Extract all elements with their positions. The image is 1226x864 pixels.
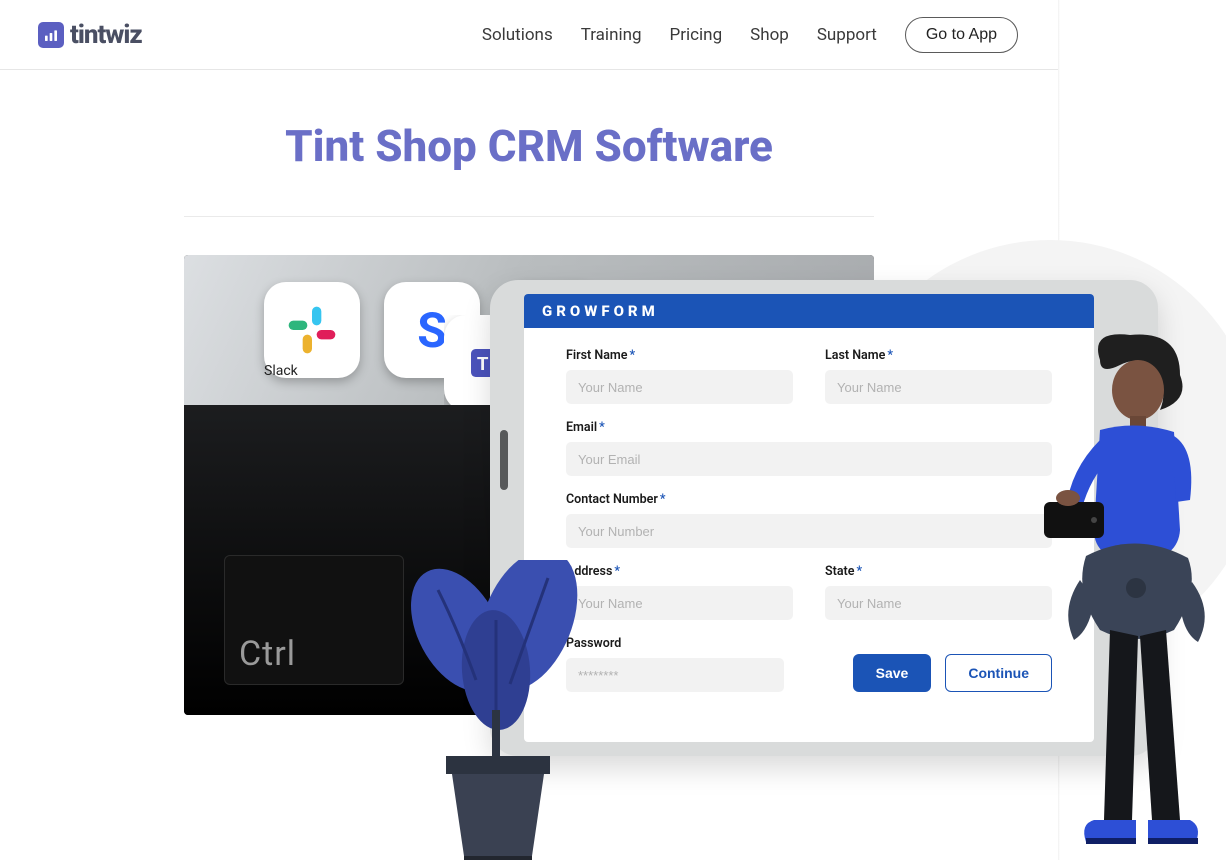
site-header: tintwiz Solutions Training Pricing Shop …	[0, 0, 1058, 70]
email-input[interactable]	[566, 442, 1052, 476]
first-name-label: First Name*	[566, 348, 793, 363]
slack-icon	[284, 302, 340, 358]
save-button[interactable]: Save	[853, 654, 932, 692]
brand-logo[interactable]: tintwiz	[38, 20, 142, 50]
brand-logo-mark	[38, 22, 64, 48]
chart-icon	[43, 27, 59, 43]
nav-support[interactable]: Support	[817, 25, 877, 45]
plant-illustration	[398, 560, 598, 860]
nav-training[interactable]: Training	[581, 25, 642, 45]
email-label: Email*	[566, 420, 1052, 435]
last-name-label: Last Name*	[825, 348, 1052, 363]
person-illustration	[1040, 330, 1220, 850]
primary-nav: Solutions Training Pricing Shop Support …	[482, 17, 1018, 53]
svg-text:T: T	[477, 353, 489, 375]
title-divider	[184, 216, 874, 217]
app-label-slack: Slack	[264, 363, 298, 379]
tablet-screen: GROWFORM First Name* Last Name* Email*	[524, 294, 1094, 742]
nav-shop[interactable]: Shop	[750, 25, 789, 45]
contact-number-input[interactable]	[566, 514, 1052, 548]
first-name-input[interactable]	[566, 370, 793, 404]
last-name-input[interactable]	[825, 370, 1052, 404]
password-input[interactable]	[566, 658, 784, 692]
contact-number-label: Contact Number*	[566, 492, 1052, 507]
password-label: Password	[566, 636, 784, 651]
state-input[interactable]	[825, 586, 1052, 620]
page-title: Tint Shop CRM Software	[0, 120, 1058, 172]
nav-solutions[interactable]: Solutions	[482, 25, 553, 45]
continue-button[interactable]: Continue	[945, 654, 1052, 692]
address-label: Address*	[566, 564, 793, 579]
tablet-side-button	[500, 430, 508, 490]
phone-app-labels: Slack	[264, 363, 298, 379]
state-label: State*	[825, 564, 1052, 579]
growform-body: First Name* Last Name* Email* Contact Nu…	[524, 328, 1094, 712]
form-actions: Save Continue	[816, 654, 1052, 692]
keyboard-ctrl-key: Ctrl	[224, 555, 404, 685]
form-app-header: GROWFORM	[524, 294, 1094, 328]
go-to-app-button[interactable]: Go to App	[905, 17, 1018, 53]
address-input[interactable]	[566, 586, 793, 620]
nav-pricing[interactable]: Pricing	[670, 25, 723, 45]
brand-name: tintwiz	[70, 20, 142, 50]
